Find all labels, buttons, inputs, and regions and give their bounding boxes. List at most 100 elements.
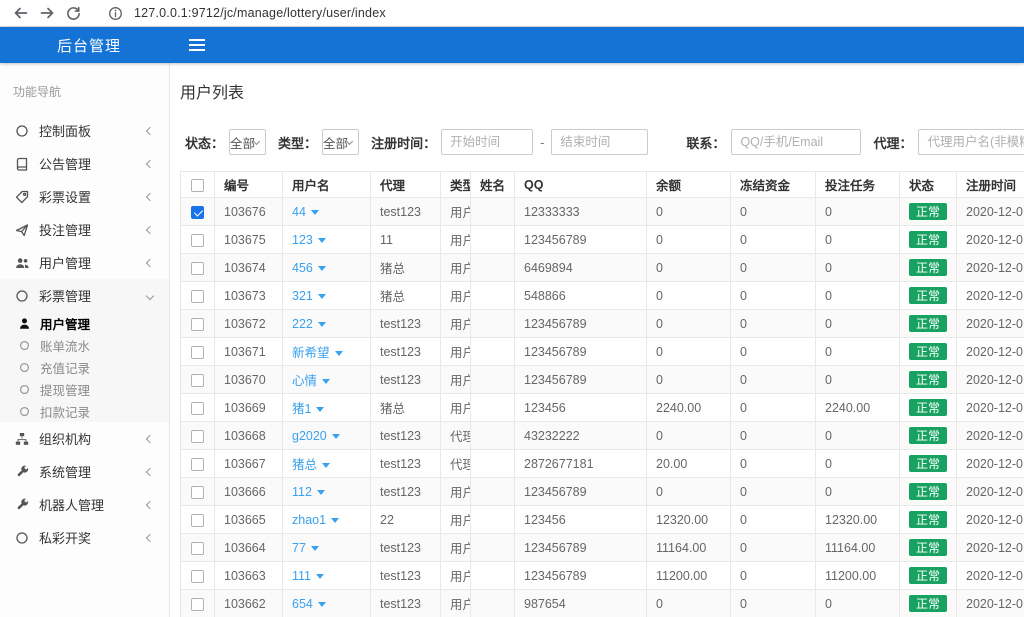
username-link[interactable]: 猪总 <box>292 458 330 472</box>
cell-reg-time: 2020-12-0 <box>957 282 1024 310</box>
cell-reg-time: 2020-12-0 <box>957 590 1024 617</box>
row-checkbox[interactable] <box>191 374 204 387</box>
sidebar-item-7-sub[interactable]: 账单流水 <box>0 334 169 356</box>
username-link[interactable]: 77 <box>292 541 319 555</box>
row-checkbox[interactable] <box>191 542 204 555</box>
cell-qq: 12333333 <box>515 198 647 226</box>
row-checkbox[interactable] <box>191 290 204 303</box>
dropdown-caret-icon <box>317 490 325 495</box>
sidebar-item-13-top[interactable]: 机器人管理 <box>0 488 169 521</box>
table-row: 103668g2020test123代理43232222000正常2020-12… <box>181 422 1024 450</box>
sidebar-item-4-top[interactable]: 用户管理 <box>0 246 169 279</box>
sidebar-item-8-sub[interactable]: 充值记录 <box>0 356 169 378</box>
sidebar: 功能导航 控制面板公告管理彩票设置投注管理用户管理彩票管理用户管理账单流水充值记… <box>0 63 170 617</box>
username-link[interactable]: 321 <box>292 289 326 303</box>
refresh-icon[interactable] <box>62 2 84 24</box>
cell-reg-time: 2020-12-0 <box>957 310 1024 338</box>
sidebar-item-label: 用户管理 <box>39 253 91 272</box>
cell-name <box>471 506 515 534</box>
row-checkbox[interactable] <box>191 430 204 443</box>
sidebar-item-11-top[interactable]: 组织机构 <box>0 422 169 455</box>
dropdown-caret-icon <box>318 266 326 271</box>
sidebar-item-3-top[interactable]: 投注管理 <box>0 213 169 246</box>
row-checkbox[interactable] <box>191 402 204 415</box>
bet-plane-icon <box>14 223 30 237</box>
sidebar-item-10-sub[interactable]: 扣款记录 <box>0 400 169 422</box>
end-time-input[interactable] <box>551 129 648 155</box>
back-icon[interactable] <box>10 2 32 24</box>
row-checkbox[interactable] <box>191 262 204 275</box>
cell-user-id: 103669 <box>215 394 283 422</box>
cell-agent: 11 <box>371 226 441 254</box>
username-link[interactable]: 猪1 <box>292 402 324 416</box>
dropdown-caret-icon <box>311 546 319 551</box>
cell-reg-time: 2020-12-0 <box>957 226 1024 254</box>
row-checkbox[interactable] <box>191 514 204 527</box>
sidebar-item-2-top[interactable]: 彩票设置 <box>0 180 169 213</box>
start-time-input[interactable] <box>441 129 533 155</box>
row-checkbox[interactable] <box>191 570 204 583</box>
cell-type: 用户 <box>441 562 471 590</box>
cell-qq: 2872677181 <box>515 450 647 478</box>
circle-bullet-icon <box>16 406 32 417</box>
username-link[interactable]: 44 <box>292 205 319 219</box>
address-bar-url[interactable]: 127.0.0.1:9712/jc/manage/lottery/user/in… <box>134 6 386 20</box>
row-checkbox[interactable] <box>191 234 204 247</box>
cell-balance: 0 <box>647 338 731 366</box>
person-solid-icon <box>16 317 32 330</box>
cell-type: 代理 <box>441 422 471 450</box>
sidebar-item-0-top[interactable]: 控制面板 <box>0 114 169 147</box>
username-link[interactable]: zhao1 <box>292 513 339 527</box>
site-info-icon[interactable] <box>104 2 126 24</box>
sidebar-item-14-top[interactable]: 私彩开奖 <box>0 521 169 554</box>
username-link[interactable]: 112 <box>292 485 325 499</box>
username-link[interactable]: 222 <box>292 317 326 331</box>
select-all-checkbox[interactable] <box>191 179 204 192</box>
contact-input[interactable] <box>731 129 861 155</box>
table-row: 103674456猪总用户6469894000正常2020-12-0 <box>181 254 1024 282</box>
cell-status: 正常 <box>900 198 957 226</box>
type-filter-select[interactable]: 全部 <box>322 129 359 155</box>
username-link[interactable]: g2020 <box>292 429 340 443</box>
username-link[interactable]: 456 <box>292 261 326 275</box>
cell-reg-time: 2020-12-0 <box>957 534 1024 562</box>
cell-frozen: 0 <box>731 534 816 562</box>
cell-frozen: 0 <box>731 310 816 338</box>
table-row: 103673321猪总用户548866000正常2020-12-0 <box>181 282 1024 310</box>
username-link[interactable]: 654 <box>292 597 326 611</box>
cell-name <box>471 450 515 478</box>
row-checkbox[interactable] <box>191 346 204 359</box>
forward-icon[interactable] <box>36 2 58 24</box>
table-row: 103667猪总test123代理287267718120.0000正常2020… <box>181 450 1024 478</box>
username-link[interactable]: 111 <box>292 569 324 583</box>
row-checkbox[interactable] <box>191 486 204 499</box>
sidebar-item-5-top[interactable]: 彩票管理 <box>0 279 169 312</box>
sidebar-item-1-top[interactable]: 公告管理 <box>0 147 169 180</box>
sidebar-item-12-top[interactable]: 系统管理 <box>0 455 169 488</box>
agent-input[interactable] <box>918 129 1024 155</box>
row-checkbox[interactable] <box>191 206 204 219</box>
cell-user-id: 103672 <box>215 310 283 338</box>
sidebar-item-label: 组织机构 <box>39 429 91 448</box>
menu-toggle-icon[interactable] <box>189 36 205 54</box>
column-header: 余额 <box>647 172 731 198</box>
username-link[interactable]: 123 <box>292 233 326 247</box>
username-link[interactable]: 新希望 <box>292 346 343 360</box>
cell-type: 用户 <box>441 282 471 310</box>
cell-user-id: 103674 <box>215 254 283 282</box>
sidebar-item-9-sub[interactable]: 提现管理 <box>0 378 169 400</box>
cell-reg-time: 2020-12-0 <box>957 366 1024 394</box>
row-checkbox[interactable] <box>191 598 204 611</box>
dropdown-caret-icon <box>318 602 326 607</box>
row-checkbox[interactable] <box>191 458 204 471</box>
dropdown-caret-icon <box>318 322 326 327</box>
status-filter-select[interactable]: 全部 <box>229 129 266 155</box>
cell-bet-task: 0 <box>816 282 900 310</box>
chevron-left-icon <box>146 126 154 134</box>
row-checkbox[interactable] <box>191 318 204 331</box>
cell-user-id: 103662 <box>215 590 283 617</box>
username-link[interactable]: 心情 <box>292 374 330 388</box>
sidebar-item-label: 系统管理 <box>39 462 91 481</box>
sidebar-item-6-sub[interactable]: 用户管理 <box>0 312 169 334</box>
status-badge: 正常 <box>909 399 947 416</box>
